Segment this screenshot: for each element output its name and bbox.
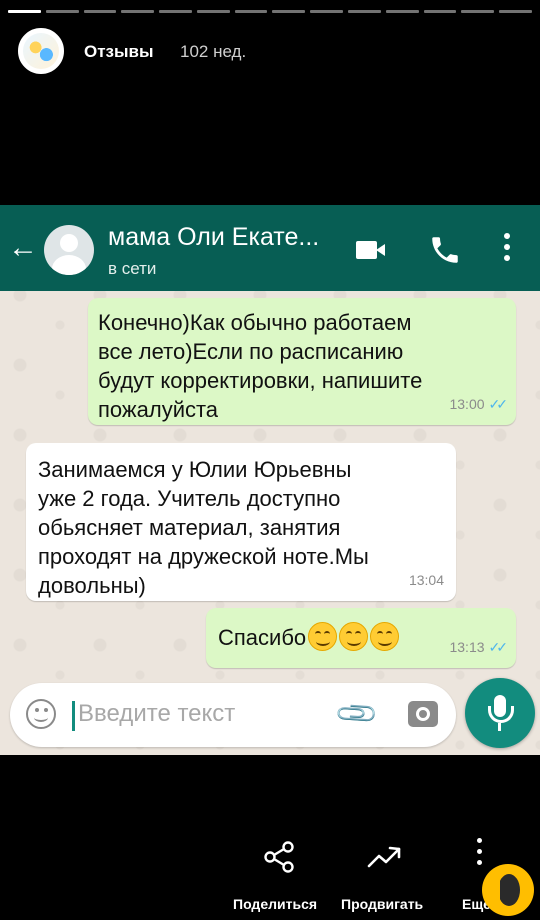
message-outgoing[interactable]: Конечно)Как обычно работаем все лето)Есл… (88, 298, 516, 425)
message-time: 13:04 (408, 572, 444, 588)
paperclip-icon[interactable]: 📎 (333, 690, 380, 737)
smiling-face-emoji (339, 622, 369, 651)
progress-segment (83, 10, 117, 13)
progress-segment (45, 10, 79, 13)
emoji-icon[interactable] (26, 699, 56, 729)
chat-screenshot: ← мама Оли Екате... в сети Конечно)Как о… (0, 205, 540, 755)
progress-segment (121, 10, 155, 13)
read-receipt-icon: ✓✓ (488, 639, 509, 655)
progress-segment (196, 10, 230, 13)
message-outgoing[interactable]: Спасибо 13:13 ✓✓ (206, 608, 516, 668)
promote-button[interactable]: Продвигать (341, 896, 423, 912)
text-cursor (72, 701, 75, 731)
promote-icon[interactable] (366, 842, 404, 872)
message-meta: 13:04 (409, 566, 444, 595)
progress-segment (272, 10, 306, 13)
camera-icon[interactable] (408, 701, 438, 727)
progress-segment (423, 10, 457, 13)
message-text: Занимаемся у Юлии Юрьевны уже 2 года. Уч… (38, 457, 369, 598)
message-time: 13:00 (449, 396, 485, 412)
story-title[interactable]: Отзывы (84, 42, 154, 62)
emoji-group (306, 622, 400, 651)
message-meta: 13:13 ✓✓ (449, 633, 509, 662)
smiling-face-emoji (370, 622, 400, 651)
more-vert-icon[interactable] (502, 233, 512, 265)
progress-segment (385, 10, 419, 13)
read-receipt-icon: ✓✓ (488, 396, 509, 412)
progress-segment (234, 10, 268, 13)
video-call-icon[interactable] (356, 241, 386, 259)
message-input[interactable]: Введите текст (78, 700, 235, 728)
contact-status: в сети (108, 259, 157, 278)
message-incoming[interactable]: Занимаемся у Юлии Юрьевны уже 2 года. Уч… (26, 443, 456, 601)
story-timestamp: 102 нед. (180, 42, 247, 61)
progress-segment (159, 10, 192, 13)
story-avatar[interactable] (18, 28, 64, 74)
phone-call-icon[interactable] (428, 233, 462, 267)
more-vert-icon[interactable] (474, 838, 484, 874)
story-progress-bar (8, 10, 532, 13)
avatar-image (23, 33, 59, 69)
progress-segment (310, 10, 344, 13)
progress-segment (499, 10, 532, 13)
smiling-face-emoji (308, 622, 338, 651)
arrow-back-icon[interactable]: ← (8, 233, 38, 263)
message-text: Спасибо (218, 625, 307, 650)
share-button[interactable]: Поделиться (233, 896, 317, 912)
microphone-icon[interactable] (465, 678, 535, 748)
progress-segment (8, 10, 41, 13)
share-icon[interactable] (262, 840, 296, 874)
message-text: Конечно)Как обычно работаем все лето)Есл… (98, 310, 423, 422)
progress-segment (461, 10, 495, 13)
message-time: 13:13 (449, 639, 485, 655)
brand-logo (482, 864, 534, 916)
message-meta: 13:00 ✓✓ (449, 390, 509, 419)
progress-segment (348, 10, 381, 13)
chat-header: ← мама Оли Екате... в сети (0, 205, 540, 291)
message-input-bar[interactable]: Введите текст 📎 (10, 683, 456, 747)
contact-name[interactable]: мама Оли Екате... (108, 223, 319, 252)
contact-avatar[interactable] (44, 225, 94, 275)
